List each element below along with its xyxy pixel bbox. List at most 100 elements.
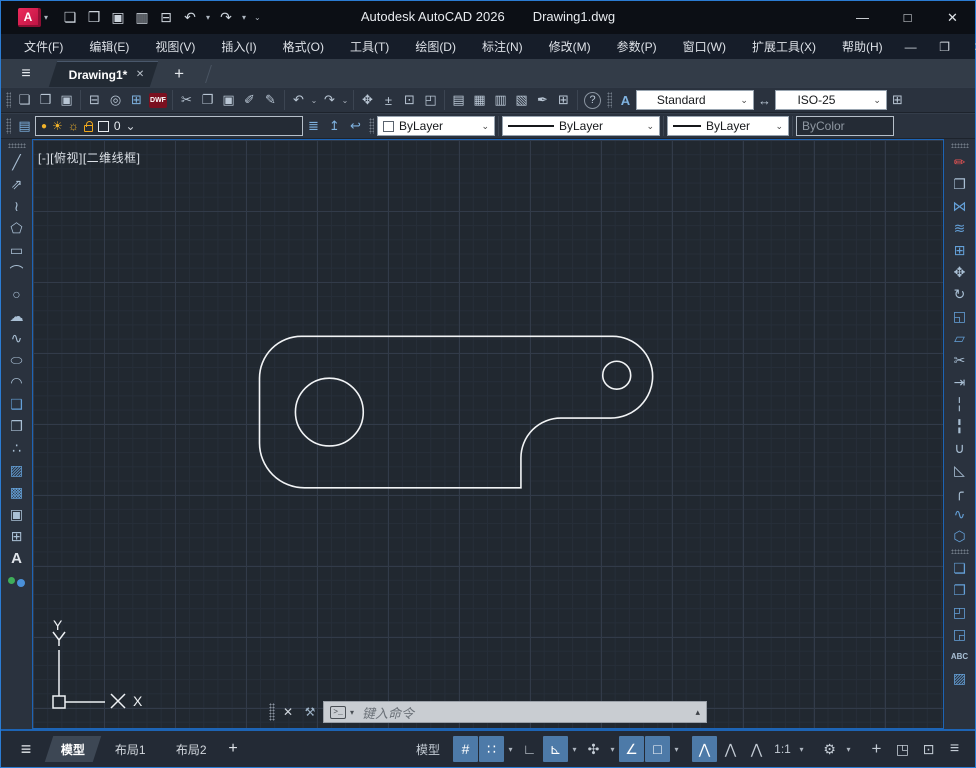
close-button[interactable]: ✕ bbox=[930, 1, 975, 34]
doc-restore-button[interactable]: ❐ bbox=[930, 37, 960, 57]
help-button[interactable]: ? bbox=[584, 92, 601, 109]
isometric-drafting-toggle[interactable]: ✣ bbox=[581, 736, 606, 762]
arc-button[interactable]: ⌒ bbox=[5, 261, 29, 283]
undo-button[interactable]: ↶ bbox=[179, 7, 201, 29]
menu-tools[interactable]: 工具(T) bbox=[337, 38, 402, 55]
drawing-geometry[interactable] bbox=[33, 140, 943, 728]
save-as-button[interactable]: ▥ bbox=[131, 7, 153, 29]
scale-button[interactable]: ◱ bbox=[948, 305, 972, 327]
copy-button[interactable]: ❐ bbox=[197, 90, 218, 111]
undo-caret-icon[interactable]: ⌄ bbox=[309, 96, 319, 105]
quickcalc-button[interactable]: ⊞ bbox=[553, 90, 574, 111]
menu-window[interactable]: 窗口(W) bbox=[670, 38, 739, 55]
stretch-button[interactable]: ▱ bbox=[948, 327, 972, 349]
drawing-tab[interactable]: Drawing1* ✕ bbox=[49, 61, 159, 87]
zoom-previous-button[interactable]: ◰ bbox=[420, 90, 441, 111]
polar-caret-icon[interactable]: ▾ bbox=[569, 745, 580, 754]
gradient-button[interactable]: ▩ bbox=[5, 481, 29, 503]
osnap-caret-icon[interactable]: ▾ bbox=[671, 745, 682, 754]
command-close-icon[interactable]: ✕ bbox=[279, 703, 297, 721]
command-prompt-icon[interactable]: >_ bbox=[330, 706, 346, 719]
offset-button[interactable]: ≋ bbox=[948, 217, 972, 239]
new-layout-button[interactable]: + bbox=[218, 740, 247, 758]
circle-button[interactable]: ○ bbox=[5, 283, 29, 305]
save-file-button[interactable]: ▣ bbox=[56, 90, 77, 111]
model-tab[interactable]: 模型 bbox=[45, 736, 101, 762]
copy-object-button[interactable]: ❐ bbox=[948, 173, 972, 195]
menu-express[interactable]: 扩展工具(X) bbox=[739, 38, 829, 55]
fullscreen-icon[interactable]: ⊡ bbox=[916, 736, 941, 762]
hatch-to-back-button[interactable]: ▨ bbox=[948, 667, 972, 689]
redo-button[interactable]: ↷ bbox=[319, 90, 340, 111]
open-file-button[interactable]: ❒ bbox=[83, 7, 105, 29]
break-at-point-button[interactable]: ╎ bbox=[948, 393, 972, 415]
snap-mode-toggle[interactable]: ∷ bbox=[479, 736, 504, 762]
workspace-gear-icon[interactable]: ⚙ bbox=[817, 736, 842, 762]
plot-button[interactable]: ⊟ bbox=[84, 90, 105, 111]
menu-edit[interactable]: 编辑(E) bbox=[76, 38, 142, 55]
toolbar-grip[interactable] bbox=[951, 549, 969, 554]
region-button[interactable]: ▣ bbox=[5, 503, 29, 525]
layout2-tab[interactable]: 布局2 bbox=[159, 736, 222, 762]
revision-cloud-button[interactable]: ☁ bbox=[5, 305, 29, 327]
toolbar-grip[interactable] bbox=[8, 143, 26, 148]
workspace-caret-icon[interactable]: ▾ bbox=[843, 745, 854, 754]
zoom-realtime-button[interactable]: ± bbox=[378, 90, 399, 111]
markup-set-manager-button[interactable]: ✒ bbox=[532, 90, 553, 111]
array-button[interactable]: ⊞ bbox=[948, 239, 972, 261]
polyline-button[interactable]: ≀ bbox=[5, 195, 29, 217]
autoscale-toggle[interactable]: ⋀ bbox=[718, 736, 743, 762]
tool-palettes-button[interactable]: ▥ bbox=[490, 90, 511, 111]
maximize-button[interactable]: □ bbox=[885, 1, 930, 34]
layout1-tab[interactable]: 布局1 bbox=[99, 736, 162, 762]
paste-button[interactable]: ▣ bbox=[218, 90, 239, 111]
menu-modify[interactable]: 修改(M) bbox=[536, 38, 604, 55]
logo-caret-icon[interactable]: ▾ bbox=[41, 13, 51, 22]
toolbar-grip[interactable] bbox=[607, 92, 612, 108]
explode-button[interactable]: ⬡ bbox=[948, 525, 972, 547]
zoom-window-button[interactable]: ⊡ bbox=[399, 90, 420, 111]
toolbar-grip[interactable] bbox=[951, 143, 969, 148]
hatch-button[interactable]: ▨ bbox=[5, 459, 29, 481]
drawing-canvas[interactable]: [-][俯视][二维线框] Y YX ✕ ⚒ >_ bbox=[32, 139, 944, 729]
layer-properties-button[interactable]: ▤ bbox=[14, 116, 35, 137]
tab-close-icon[interactable]: ✕ bbox=[136, 69, 144, 80]
bring-above-objects-button[interactable]: ◰ bbox=[948, 601, 972, 623]
command-history-icon[interactable]: ▴ bbox=[695, 707, 700, 718]
menu-draw[interactable]: 绘图(D) bbox=[402, 38, 469, 55]
customization-icon[interactable]: ≡ bbox=[942, 736, 967, 762]
join-button[interactable]: ∪ bbox=[948, 437, 972, 459]
send-under-objects-button[interactable]: ◲ bbox=[948, 623, 972, 645]
layout-menu-icon[interactable]: ≡ bbox=[9, 735, 43, 763]
table-button[interactable]: ⊞ bbox=[5, 525, 29, 547]
point-button[interactable]: ∴ bbox=[5, 437, 29, 459]
line-button[interactable]: ╱ bbox=[5, 151, 29, 173]
extend-button[interactable]: ⇥ bbox=[948, 371, 972, 393]
properties-palette-button[interactable]: ▤ bbox=[448, 90, 469, 111]
menu-insert[interactable]: 插入(I) bbox=[208, 38, 269, 55]
ellipse-button[interactable]: ⬭ bbox=[5, 349, 29, 371]
new-file-button[interactable]: ❏ bbox=[14, 90, 35, 111]
menu-format[interactable]: 格式(O) bbox=[270, 38, 337, 55]
annotation-visibility-toggle[interactable]: ⋀ bbox=[692, 736, 717, 762]
text-to-front-button[interactable]: ABC bbox=[948, 645, 972, 667]
open-file-button[interactable]: ❒ bbox=[35, 90, 56, 111]
menu-help[interactable]: 帮助(H) bbox=[829, 38, 896, 55]
object-snap-toggle[interactable]: □ bbox=[645, 736, 670, 762]
rotate-button[interactable]: ↻ bbox=[948, 283, 972, 305]
make-block-button[interactable]: ❒ bbox=[5, 415, 29, 437]
text-style-combobox[interactable]: Standard ⌄ bbox=[636, 90, 754, 110]
publish-button[interactable]: ⊞ bbox=[126, 90, 147, 111]
mirror-button[interactable]: ⋈ bbox=[948, 195, 972, 217]
model-space-toggle[interactable]: 模型 bbox=[413, 736, 443, 762]
dim-style-combobox[interactable]: ISO-25 ⌄ bbox=[775, 90, 887, 110]
polar-tracking-toggle[interactable]: ⊾ bbox=[543, 736, 568, 762]
redo-button[interactable]: ↷ bbox=[215, 7, 237, 29]
multiline-text-button[interactable]: A bbox=[5, 547, 29, 569]
save-button[interactable]: ▣ bbox=[107, 7, 129, 29]
plot-preview-button[interactable]: ◎ bbox=[105, 90, 126, 111]
undo-button[interactable]: ↶ bbox=[288, 90, 309, 111]
hamburger-menu-icon[interactable]: ≡ bbox=[11, 62, 41, 86]
doc-close-button[interactable]: ✕ bbox=[964, 37, 976, 57]
snap-caret-icon[interactable]: ▾ bbox=[505, 745, 516, 754]
